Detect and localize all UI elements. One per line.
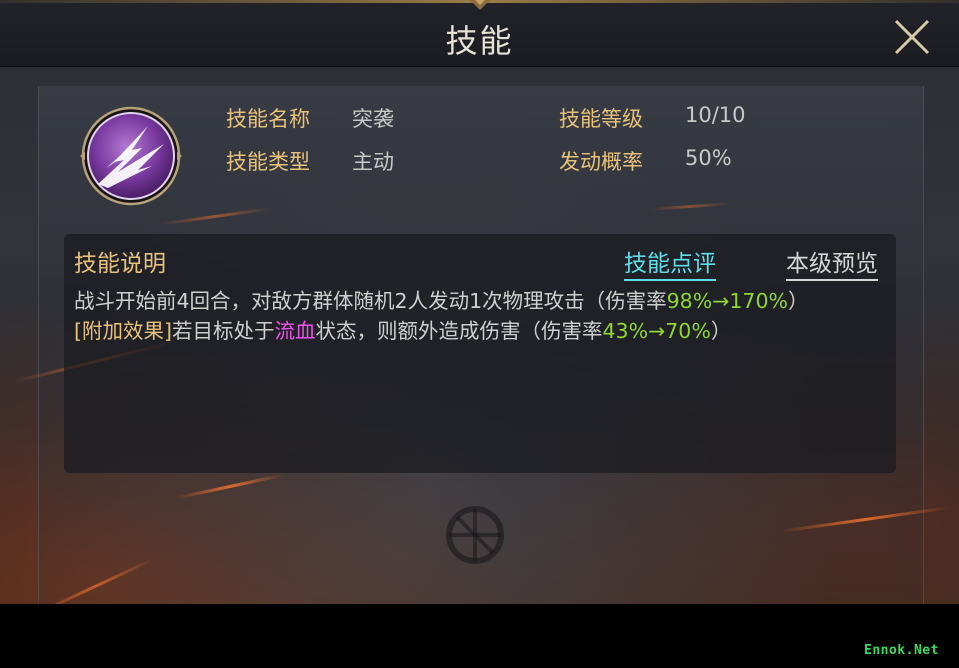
extra-effect-tag: [附加效果] bbox=[74, 319, 172, 343]
watermark: Ennok.Net bbox=[864, 643, 939, 658]
skill-name-label: 技能名称 bbox=[226, 107, 310, 131]
title-bar: 技能 bbox=[0, 0, 959, 67]
skill-type-label: 技能类型 bbox=[226, 150, 310, 174]
skill-level-value: 10/10 bbox=[685, 103, 746, 127]
title-ornament-icon bbox=[470, 0, 490, 10]
extra-damage-rate-value: 43%→70% bbox=[602, 319, 711, 343]
description-line-1-text: 战斗开始前4回合，对敌方群体随机2人发动1次物理攻击（伤害率 bbox=[74, 289, 667, 313]
level-preview-link[interactable]: 本级预览 bbox=[786, 244, 878, 281]
page-title: 技能 bbox=[445, 22, 514, 60]
skill-name-value: 突袭 bbox=[352, 107, 394, 131]
description-line-1: 战斗开始前4回合，对敌方群体随机2人发动1次物理攻击（伤害率98%→170%） bbox=[74, 286, 886, 316]
skill-review-link[interactable]: 技能点评 bbox=[624, 244, 716, 281]
damage-rate-value: 98%→170% bbox=[666, 289, 788, 313]
skill-level-label: 技能等级 bbox=[559, 107, 643, 131]
skill-type-value: 主动 bbox=[352, 150, 394, 174]
description-box bbox=[64, 234, 896, 473]
description-title: 技能说明 bbox=[74, 251, 166, 277]
trigger-rate-label: 发动概率 bbox=[559, 150, 643, 174]
description-text: 战斗开始前4回合，对敌方群体随机2人发动1次物理攻击（伤害率98%→170%） … bbox=[74, 286, 886, 346]
cart-wheel-silhouette bbox=[446, 506, 504, 564]
description-line-1-end: ） bbox=[788, 289, 809, 313]
close-icon[interactable] bbox=[890, 18, 934, 56]
trigger-rate-value: 50% bbox=[685, 146, 732, 170]
slash-claw-icon[interactable] bbox=[78, 104, 184, 208]
description-line-2: [附加效果]若目标处于流血状态，则额外造成伤害（伤害率43%→70%） bbox=[74, 316, 886, 346]
game-scene-background: 技能 技能名称 突袭 技能等级 10/10 技能类型 主动 发动概率 50% 技… bbox=[0, 0, 959, 604]
extra-effect-text: 若目标处于 bbox=[172, 319, 275, 343]
bleed-status-text: 流血 bbox=[274, 319, 316, 343]
extra-effect-text-2: 状态，则额外造成伤害（伤害率 bbox=[315, 319, 603, 343]
extra-effect-end: ） bbox=[710, 319, 732, 343]
